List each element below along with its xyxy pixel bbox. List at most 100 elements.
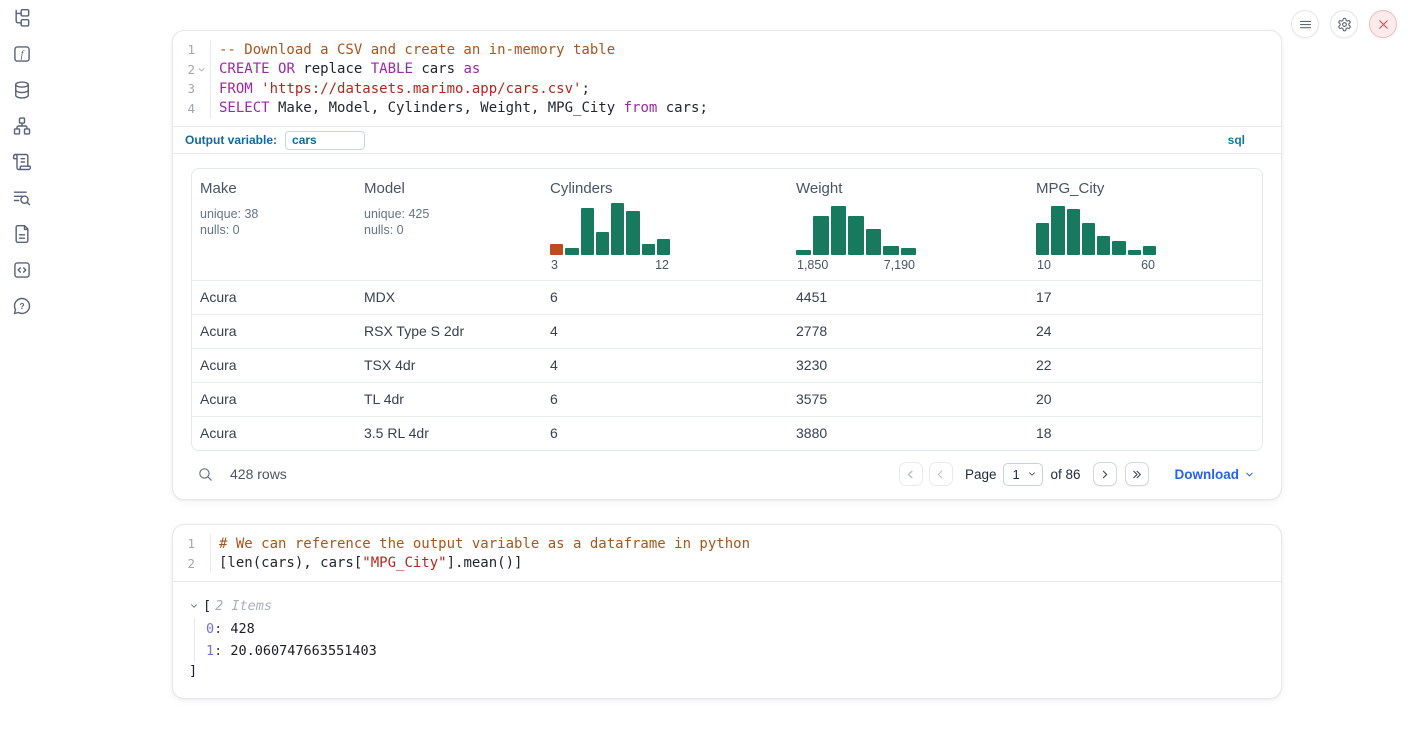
row-count: 428 rows xyxy=(230,466,287,482)
histogram-bar xyxy=(1082,223,1095,255)
data-sources-icon[interactable] xyxy=(0,72,44,108)
table-header-row: Makeunique: 38nulls: 0Modelunique: 425nu… xyxy=(192,169,1262,280)
code-line[interactable]: 1-- Download a CSV and create an in-memo… xyxy=(173,40,1281,60)
scratchpad-icon[interactable] xyxy=(0,144,44,180)
histogram-bar xyxy=(848,216,863,255)
tree-entry: 1: 20.060747663551403 xyxy=(206,640,1265,662)
histogram-bar xyxy=(1143,246,1156,255)
sql-code-editor[interactable]: 1-- Download a CSV and create an in-memo… xyxy=(173,31,1281,126)
table-row[interactable]: AcuraTSX 4dr4323022 xyxy=(192,348,1262,382)
histogram-bar xyxy=(831,206,846,255)
histogram-bar xyxy=(1128,250,1141,255)
page-select-value: 1 xyxy=(1012,467,1027,482)
download-button[interactable]: Download xyxy=(1175,467,1256,482)
code-text: SELECT Make, Model, Cylinders, Weight, M… xyxy=(211,100,708,116)
histogram-bar xyxy=(901,248,916,255)
tree-body: 0: 428 1: 20.060747663551403 xyxy=(194,618,1265,662)
table-cell: TSX 4dr xyxy=(356,349,542,382)
table-cell: 22 xyxy=(1028,349,1262,382)
table-cell: Acura xyxy=(192,349,356,382)
code-line[interactable]: 3FROM 'https://datasets.marimo.app/cars.… xyxy=(173,79,1281,99)
table-cell: Acura xyxy=(192,383,356,416)
table-cell: 2778 xyxy=(788,315,1028,348)
histogram-axis: 1,8507,190 xyxy=(796,258,916,272)
logs-icon[interactable] xyxy=(0,180,44,216)
fold-chevron-icon[interactable] xyxy=(195,63,208,76)
table-row[interactable]: AcuraMDX6445117 xyxy=(192,280,1262,314)
data-table: Makeunique: 38nulls: 0Modelunique: 425nu… xyxy=(191,168,1263,451)
table-cell: Acura xyxy=(192,315,356,348)
histogram-axis: 312 xyxy=(550,258,670,272)
column-name[interactable]: Weight xyxy=(796,180,1020,197)
table-cell: 6 xyxy=(542,281,788,314)
histogram-bar xyxy=(657,239,670,255)
last-page-button[interactable] xyxy=(1125,462,1149,486)
tree-root-row: [ 2 Items xyxy=(189,596,1265,616)
table-cell: Acura xyxy=(192,417,356,450)
table-cell: Acura xyxy=(192,281,356,314)
column-name[interactable]: Cylinders xyxy=(550,180,780,197)
hamburger-menu-button[interactable] xyxy=(1291,10,1319,38)
table-cell: MDX xyxy=(356,281,542,314)
line-number: 3 xyxy=(181,81,195,96)
table-row[interactable]: Acura3.5 RL 4dr6388018 xyxy=(192,416,1262,450)
entry-value: 428 xyxy=(230,621,254,637)
page-total-label: of 86 xyxy=(1050,467,1080,482)
table-row[interactable]: AcuraRSX Type S 2dr4277824 xyxy=(192,314,1262,348)
file-explorer-icon[interactable] xyxy=(0,0,44,36)
documentation-icon[interactable] xyxy=(0,216,44,252)
column-name[interactable]: Make xyxy=(200,180,348,197)
code-line[interactable]: 4 SELECT Make, Model, Cylinders, Weight, … xyxy=(173,99,1281,119)
table-cell: 6 xyxy=(542,383,788,416)
output-variable-input[interactable] xyxy=(285,131,365,150)
snippets-icon[interactable] xyxy=(0,252,44,288)
table-cell: 24 xyxy=(1028,315,1262,348)
first-page-button[interactable] xyxy=(899,462,923,486)
column-stats: unique: 425nulls: 0 xyxy=(364,206,534,238)
line-number: 4 xyxy=(181,101,195,116)
column-name[interactable]: Model xyxy=(364,180,534,197)
python-code-editor[interactable]: 1# We can reference the output variable … xyxy=(173,525,1281,581)
histogram-bar xyxy=(611,203,624,255)
table-output: Makeunique: 38nulls: 0Modelunique: 425nu… xyxy=(173,154,1281,451)
help-chat-icon[interactable]: ? xyxy=(0,288,44,324)
language-badge[interactable]: sql xyxy=(1228,133,1245,147)
settings-gear-button[interactable] xyxy=(1330,10,1358,38)
code-line[interactable]: 2CREATE OR replace TABLE cars as xyxy=(173,60,1281,80)
histogram-bar xyxy=(1051,206,1064,255)
previous-page-button[interactable] xyxy=(929,462,953,486)
table-body: AcuraMDX6445117AcuraRSX Type S 2dr427782… xyxy=(192,280,1262,450)
histogram-bar xyxy=(596,232,609,255)
close-bracket: ] xyxy=(189,663,197,679)
code-text: CREATE OR replace TABLE cars as xyxy=(211,61,480,77)
dependency-graph-icon[interactable] xyxy=(0,108,44,144)
collapse-chevron-icon[interactable] xyxy=(189,601,203,611)
download-label: Download xyxy=(1175,467,1240,482)
code-line[interactable]: 1# We can reference the output variable … xyxy=(173,534,1281,554)
table-cell: 3.5 RL 4dr xyxy=(356,417,542,450)
table-cell: 3880 xyxy=(788,417,1028,450)
items-count-label: 2 Items xyxy=(215,598,272,614)
next-page-button[interactable] xyxy=(1093,462,1117,486)
column-header: Weight 1,8507,190 xyxy=(788,169,1028,280)
variables-icon[interactable]: f xyxy=(0,36,44,72)
table-cell: 4 xyxy=(542,315,788,348)
page-label: Page xyxy=(965,467,997,482)
code-line[interactable]: 2[len(cars), cars["MPG_City"].mean()] xyxy=(173,554,1281,574)
table-cell: 17 xyxy=(1028,281,1262,314)
python-output: [ 2 Items 0: 428 1: 20.060747663551403 ] xyxy=(173,581,1281,698)
search-icon[interactable] xyxy=(197,466,214,483)
entry-value: 20.060747663551403 xyxy=(230,643,376,659)
column-histogram: 1060 xyxy=(1036,197,1156,272)
histogram-bar xyxy=(1036,223,1049,255)
line-number: 1 xyxy=(181,42,195,57)
notebook-column: 1-- Download a CSV and create an in-memo… xyxy=(172,30,1282,699)
table-cell: RSX Type S 2dr xyxy=(356,315,542,348)
histogram-bar xyxy=(565,248,578,255)
close-button[interactable] xyxy=(1369,10,1397,38)
line-number: 2 xyxy=(181,556,195,571)
column-name[interactable]: MPG_City xyxy=(1036,180,1254,197)
page-select[interactable]: 1 xyxy=(1003,463,1043,486)
sql-cell: 1-- Download a CSV and create an in-memo… xyxy=(172,30,1282,500)
table-row[interactable]: AcuraTL 4dr6357520 xyxy=(192,382,1262,416)
